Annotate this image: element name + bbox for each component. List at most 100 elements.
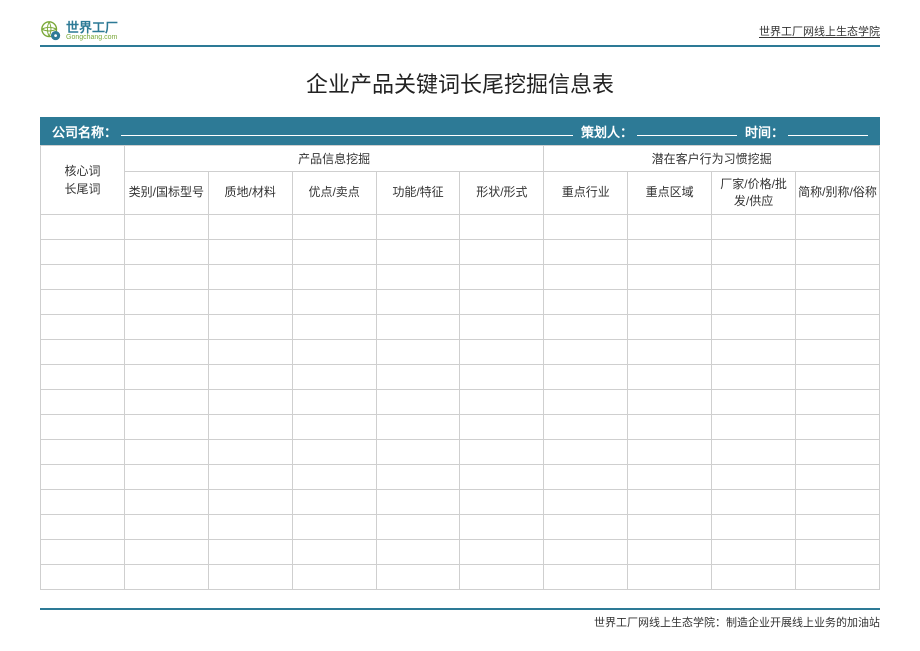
table-cell bbox=[712, 414, 796, 439]
table-cell bbox=[544, 564, 628, 589]
table-cell bbox=[124, 214, 208, 239]
table-cell bbox=[544, 289, 628, 314]
table-cell bbox=[124, 414, 208, 439]
table-cell bbox=[712, 264, 796, 289]
table-cell bbox=[628, 339, 712, 364]
table-cell bbox=[796, 214, 880, 239]
table-cell bbox=[41, 239, 125, 264]
table-cell bbox=[124, 564, 208, 589]
table-cell bbox=[460, 489, 544, 514]
col-price: 厂家/价格/批发/供应 bbox=[712, 172, 796, 215]
table-cell bbox=[292, 539, 376, 564]
table-cell bbox=[124, 239, 208, 264]
table-cell bbox=[460, 239, 544, 264]
planner-label: 策划人： bbox=[581, 122, 633, 141]
table-row bbox=[41, 564, 880, 589]
table-row bbox=[41, 539, 880, 564]
table-cell bbox=[41, 314, 125, 339]
table-cell bbox=[208, 414, 292, 439]
table-cell bbox=[460, 289, 544, 314]
info-bar: 公司名称： 策划人： 时间： bbox=[40, 117, 880, 145]
table-cell bbox=[208, 339, 292, 364]
table-cell bbox=[208, 539, 292, 564]
col-category: 类别/国标型号 bbox=[124, 172, 208, 215]
table-cell bbox=[796, 489, 880, 514]
company-underline bbox=[121, 135, 573, 136]
column-header-row: 类别/国标型号 质地/材料 优点/卖点 功能/特征 形状/形式 重点行业 重点区… bbox=[41, 172, 880, 215]
table-row bbox=[41, 239, 880, 264]
table-cell bbox=[292, 314, 376, 339]
document-page: 世界工厂 Gongchang.com 世界工厂网线上生态学院 企业产品关键词长尾… bbox=[0, 0, 920, 645]
col-material: 质地/材料 bbox=[208, 172, 292, 215]
table-cell bbox=[628, 289, 712, 314]
table-cell bbox=[628, 239, 712, 264]
col-industry: 重点行业 bbox=[544, 172, 628, 215]
table-cell bbox=[544, 389, 628, 414]
table-cell bbox=[124, 489, 208, 514]
table-cell bbox=[41, 464, 125, 489]
table-cell bbox=[124, 464, 208, 489]
col-advantage: 优点/卖点 bbox=[292, 172, 376, 215]
table-cell bbox=[292, 239, 376, 264]
table-cell bbox=[41, 414, 125, 439]
table-row bbox=[41, 439, 880, 464]
table-cell bbox=[712, 389, 796, 414]
long-tail-label: 长尾词 bbox=[43, 180, 122, 198]
table-cell bbox=[460, 339, 544, 364]
time-underline bbox=[788, 135, 868, 136]
table-cell bbox=[460, 264, 544, 289]
group-product-info: 产品信息挖掘 bbox=[124, 146, 543, 172]
table-cell bbox=[376, 389, 460, 414]
table-row bbox=[41, 414, 880, 439]
table-cell bbox=[376, 439, 460, 464]
table-cell bbox=[460, 414, 544, 439]
table-cell bbox=[292, 514, 376, 539]
table-cell bbox=[544, 414, 628, 439]
table-cell bbox=[544, 464, 628, 489]
table-cell bbox=[208, 564, 292, 589]
table-cell bbox=[712, 564, 796, 589]
keyword-table: 核心词 长尾词 产品信息挖掘 潜在客户行为习惯挖掘 类别/国标型号 质地/材料 … bbox=[40, 145, 880, 590]
table-cell bbox=[796, 264, 880, 289]
planner-underline bbox=[637, 135, 737, 136]
table-cell bbox=[292, 339, 376, 364]
table-cell bbox=[796, 539, 880, 564]
table-cell bbox=[292, 364, 376, 389]
table-cell bbox=[796, 414, 880, 439]
table-cell bbox=[460, 464, 544, 489]
page-footer: 世界工厂网线上生态学院：制造企业开展线上业务的加油站 bbox=[40, 608, 880, 630]
table-row bbox=[41, 264, 880, 289]
table-cell bbox=[544, 489, 628, 514]
table-cell bbox=[628, 439, 712, 464]
table-cell bbox=[376, 539, 460, 564]
table-cell bbox=[544, 264, 628, 289]
table-cell bbox=[208, 389, 292, 414]
logo-area: 世界工厂 Gongchang.com bbox=[40, 20, 118, 42]
table-cell bbox=[292, 439, 376, 464]
table-cell bbox=[41, 339, 125, 364]
table-cell bbox=[124, 539, 208, 564]
table-cell bbox=[460, 539, 544, 564]
table-cell bbox=[292, 414, 376, 439]
table-cell bbox=[712, 514, 796, 539]
table-cell bbox=[208, 214, 292, 239]
table-cell bbox=[460, 364, 544, 389]
globe-gear-icon bbox=[40, 20, 62, 42]
table-cell bbox=[292, 289, 376, 314]
table-cell bbox=[376, 414, 460, 439]
table-cell bbox=[712, 239, 796, 264]
table-row bbox=[41, 339, 880, 364]
col-alias: 简称/别称/俗称 bbox=[796, 172, 880, 215]
table-cell bbox=[41, 289, 125, 314]
table-cell bbox=[41, 539, 125, 564]
table-cell bbox=[124, 264, 208, 289]
row-header-cell: 核心词 长尾词 bbox=[41, 146, 125, 215]
table-cell bbox=[628, 389, 712, 414]
table-cell bbox=[41, 264, 125, 289]
table-row bbox=[41, 364, 880, 389]
table-cell bbox=[41, 514, 125, 539]
table-cell bbox=[544, 364, 628, 389]
table-cell bbox=[460, 564, 544, 589]
table-cell bbox=[796, 389, 880, 414]
logo-text: 世界工厂 Gongchang.com bbox=[66, 21, 118, 41]
